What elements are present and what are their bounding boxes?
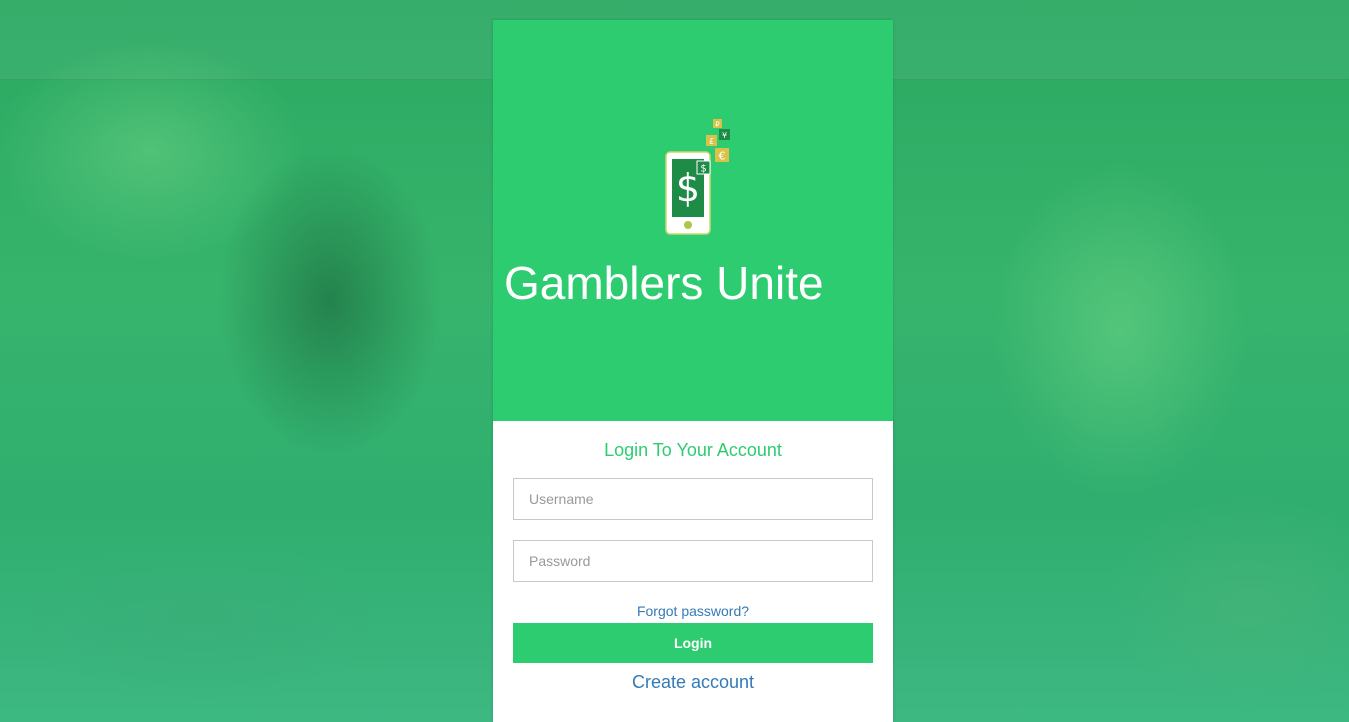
logo-yen: ¥: [722, 131, 727, 140]
logo-euro: €: [719, 150, 726, 163]
create-account-link[interactable]: Create account: [513, 671, 873, 693]
card-header: $ $ € £ ¥ ₽ Gamblers Unite: [493, 20, 893, 421]
logo-small-dollar: $: [700, 164, 706, 175]
login-form: Login To Your Account Forgot password? L…: [493, 421, 893, 693]
forgot-password-link[interactable]: Forgot password?: [513, 603, 873, 620]
brand-title: Gamblers Unite: [504, 257, 824, 309]
login-card: $ $ € £ ¥ ₽ Gamblers Unite Login To Your…: [493, 20, 893, 722]
logo-ruble: ₽: [715, 121, 720, 129]
phone-dollar-icon: $ $ € £ ¥ ₽: [665, 119, 730, 235]
password-input[interactable]: [513, 540, 873, 582]
username-input[interactable]: [513, 478, 873, 520]
login-button[interactable]: Login: [513, 623, 873, 663]
logo-pound: £: [709, 137, 714, 146]
login-heading: Login To Your Account: [604, 440, 782, 460]
logo-dollar-sign: $: [676, 166, 700, 210]
